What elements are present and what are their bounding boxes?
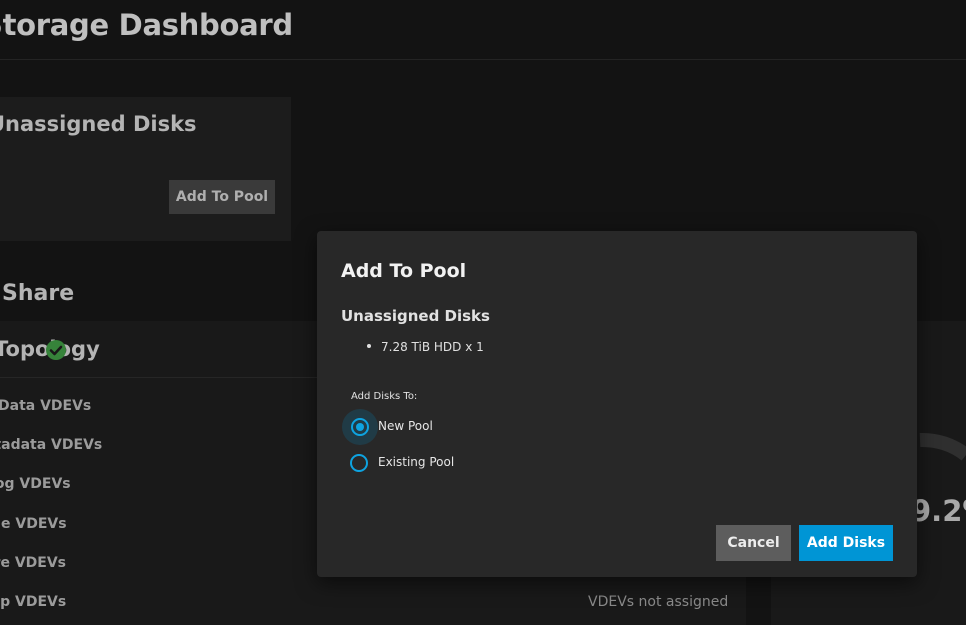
radio-selected-dot	[356, 423, 364, 431]
radio-existing-pool-label[interactable]: Existing Pool	[378, 455, 454, 469]
add-to-pool-dialog: Add To Pool Unassigned Disks 7.28 TiB HD…	[317, 231, 917, 577]
cancel-button[interactable]: Cancel	[716, 525, 791, 561]
add-disks-to-label: Add Disks To:	[351, 391, 418, 402]
radio-new-pool-label[interactable]: New Pool	[378, 419, 433, 433]
dialog-subtitle: Unassigned Disks	[341, 307, 490, 325]
bullet-icon	[367, 344, 371, 348]
radio-existing-pool[interactable]	[350, 454, 368, 472]
dialog-title: Add To Pool	[341, 260, 467, 282]
add-disks-button[interactable]: Add Disks	[799, 525, 893, 561]
disk-list-item: 7.28 TiB HDD x 1	[381, 340, 484, 354]
